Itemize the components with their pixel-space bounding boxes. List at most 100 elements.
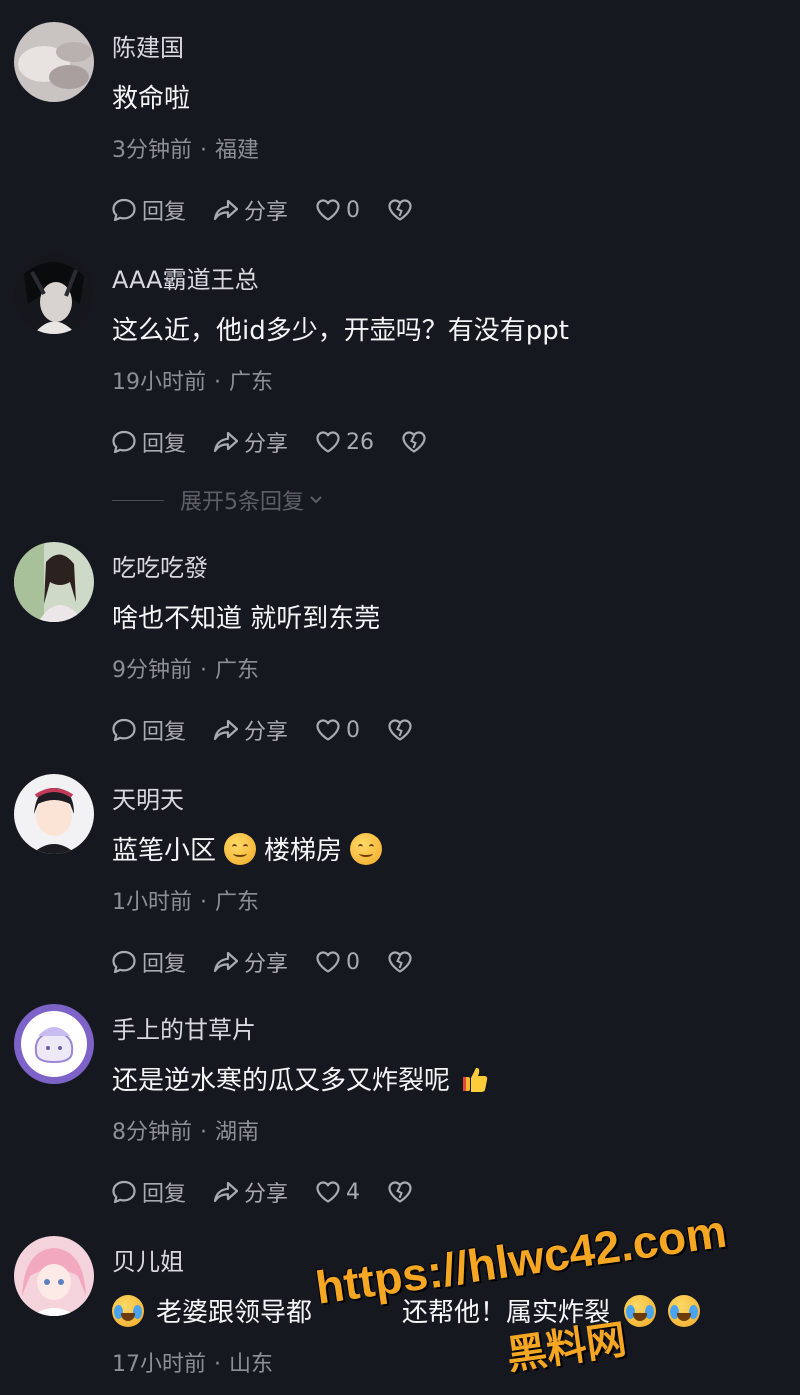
comment-location: 山东: [229, 1352, 274, 1377]
comment-meta: 3分钟前 · 福建: [112, 132, 259, 164]
share-arrow-icon: [213, 951, 239, 973]
comment-text: 还是逆水寒的瓜又多又炸裂呢: [112, 1060, 490, 1097]
comment-text: 啥也不知道 就听到东莞: [112, 604, 381, 634]
like-button[interactable]: 26: [314, 428, 374, 456]
share-button[interactable]: 分享: [212, 1176, 288, 1208]
dislike-button[interactable]: [386, 1178, 418, 1206]
broken-heart-icon: [388, 719, 412, 741]
like-button[interactable]: 4: [314, 1178, 360, 1206]
dislike-button[interactable]: [386, 716, 418, 744]
comment-text: 救命啦: [112, 84, 191, 114]
reply-bubble-icon: [112, 718, 136, 742]
comment-actions: 回复 分享 4: [110, 1176, 444, 1208]
comment-meta: 1小时前 · 广东: [112, 884, 259, 916]
smile-emoji: [350, 832, 383, 865]
reply-bubble-icon: [112, 1180, 136, 1204]
reply-button[interactable]: 回复: [110, 946, 186, 978]
share-button[interactable]: 分享: [212, 714, 288, 746]
dislike-button[interactable]: [386, 196, 418, 224]
like-count: 26: [346, 429, 375, 455]
cry-laugh-emoji: [624, 1294, 657, 1327]
comment-text: 蓝笔小区 楼梯房: [112, 830, 390, 867]
share-button[interactable]: 分享: [212, 194, 288, 226]
comment-text-part: 还帮他！属实炸裂: [402, 1298, 611, 1328]
heart-icon: [316, 199, 340, 221]
thumbs-up-emoji: [463, 1067, 488, 1092]
comment-username[interactable]: 天明天: [112, 780, 184, 815]
share-label: 分享: [244, 432, 289, 457]
share-arrow-icon: [213, 719, 239, 741]
reply-bubble-icon: [112, 430, 136, 454]
separator-dot: ·: [200, 138, 207, 163]
avatar[interactable]: [14, 254, 94, 334]
comment-username[interactable]: AAA霸道王总: [112, 260, 259, 295]
comment-location: 广东: [215, 658, 260, 683]
cry-laugh-emoji: [668, 1294, 701, 1327]
comment-time: 8分钟前: [112, 1120, 192, 1145]
chevron-down-icon: [310, 496, 322, 504]
comment-meta: 19小时前 · 广东: [112, 364, 273, 396]
comment-text-part: 蓝笔小区: [112, 836, 217, 866]
like-count: 0: [346, 717, 361, 743]
heart-icon: [316, 431, 340, 453]
comment-text-part: 楼梯房: [264, 836, 343, 866]
share-label: 分享: [244, 952, 289, 977]
reply-button[interactable]: 回复: [110, 426, 186, 458]
expand-replies-button[interactable]: 展开5条回复: [112, 484, 324, 516]
like-count: 0: [346, 197, 361, 223]
comment-meta: 8分钟前 · 湖南: [112, 1114, 259, 1146]
avatar[interactable]: [14, 542, 94, 622]
reply-button[interactable]: 回复: [110, 714, 186, 746]
separator-dot: ·: [200, 890, 207, 915]
heart-icon: [316, 951, 340, 973]
heart-icon: [316, 719, 340, 741]
like-count: 0: [346, 949, 361, 975]
reply-label: 回复: [142, 720, 187, 745]
dislike-button[interactable]: [386, 948, 418, 976]
avatar[interactable]: [14, 774, 94, 854]
reply-label: 回复: [142, 432, 187, 457]
comment-username[interactable]: 手上的甘草片: [112, 1010, 256, 1045]
comment-text-part: 还是逆水寒的瓜又多又炸裂呢: [112, 1066, 451, 1096]
cry-laugh-emoji: [112, 1294, 144, 1327]
comment-actions: 回复 分享 0: [110, 714, 444, 746]
share-label: 分享: [244, 720, 289, 745]
comment-time: 3分钟前: [112, 138, 192, 163]
dislike-button[interactable]: [400, 428, 432, 456]
separator-dot: ·: [200, 1120, 207, 1145]
share-arrow-icon: [213, 199, 239, 221]
reply-button[interactable]: 回复: [110, 1176, 186, 1208]
comment-location: 广东: [215, 890, 260, 915]
share-label: 分享: [244, 1182, 289, 1207]
like-button[interactable]: 0: [314, 196, 360, 224]
separator-dot: ·: [200, 658, 207, 683]
broken-heart-icon: [402, 431, 426, 453]
avatar[interactable]: [14, 1236, 94, 1316]
comment-location: 福建: [215, 138, 260, 163]
reply-button[interactable]: 回复: [110, 194, 186, 226]
share-button[interactable]: 分享: [212, 426, 288, 458]
comment-meta: 9分钟前 · 广东: [112, 652, 259, 684]
share-label: 分享: [244, 200, 289, 225]
comment-username[interactable]: 吃吃吃發: [112, 548, 208, 583]
comment-text: 老婆跟领导都 还帮他！属实炸裂: [112, 1292, 706, 1329]
comment-time: 1小时前: [112, 890, 192, 915]
share-button[interactable]: 分享: [212, 946, 288, 978]
reply-bubble-icon: [112, 198, 136, 222]
reply-label: 回复: [142, 952, 187, 977]
comment-username[interactable]: 陈建国: [112, 28, 184, 63]
like-button[interactable]: 0: [314, 716, 360, 744]
separator-dot: ·: [214, 1352, 221, 1377]
broken-heart-icon: [388, 951, 412, 973]
divider: [112, 499, 164, 501]
broken-heart-icon: [388, 199, 412, 221]
avatar[interactable]: [14, 22, 94, 102]
avatar[interactable]: [14, 1004, 94, 1084]
comment-time: 19小时前: [112, 370, 206, 395]
comment-meta: 17小时前 · 山东: [112, 1346, 273, 1378]
smile-emoji: [224, 832, 257, 865]
comment-location: 广东: [229, 370, 274, 395]
like-button[interactable]: 0: [314, 948, 360, 976]
comment-username[interactable]: 贝儿姐: [112, 1242, 184, 1277]
reply-label: 回复: [142, 200, 187, 225]
